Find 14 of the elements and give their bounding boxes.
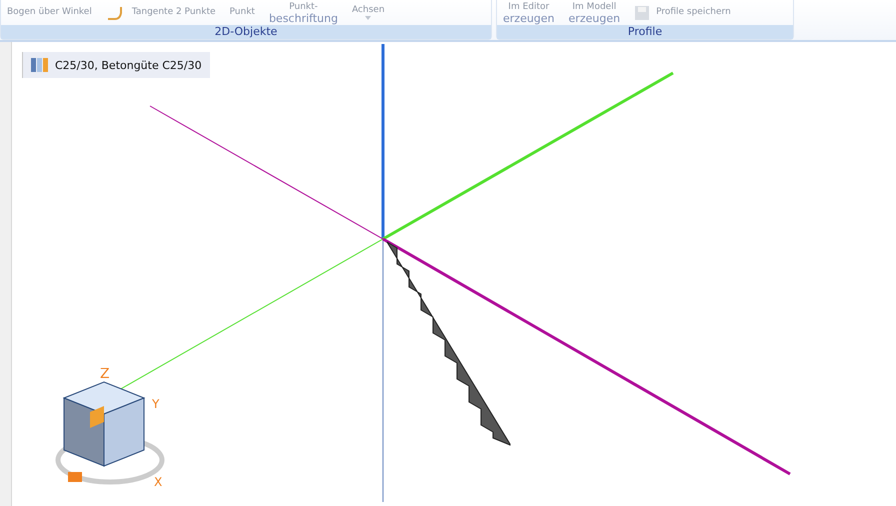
ribbon-button[interactable]: Punkt (230, 7, 255, 18)
material-label[interactable]: C25/30, Betongüte C25/30 (22, 52, 210, 78)
material-icon (31, 58, 49, 72)
ribbon-button[interactable]: Tangente 2 Punkte (106, 4, 216, 20)
save-icon (634, 4, 650, 20)
ribbon-button[interactable]: Im Modell erzeugen (568, 2, 620, 24)
ribbon-button[interactable]: Profile speichern (634, 4, 731, 20)
dropdown-caret-icon (365, 16, 372, 20)
group-label: 2D-Objekte (1, 25, 491, 39)
ribbon-button[interactable]: Im Editor erzeugen (503, 2, 555, 24)
ribbon-button[interactable]: Achsen (352, 5, 385, 20)
group-label: Profile (497, 25, 793, 39)
ribbon-button[interactable]: Punkt- beschriftung (268, 2, 338, 24)
ribbon-button[interactable]: Bogen über Winkel (7, 7, 92, 18)
